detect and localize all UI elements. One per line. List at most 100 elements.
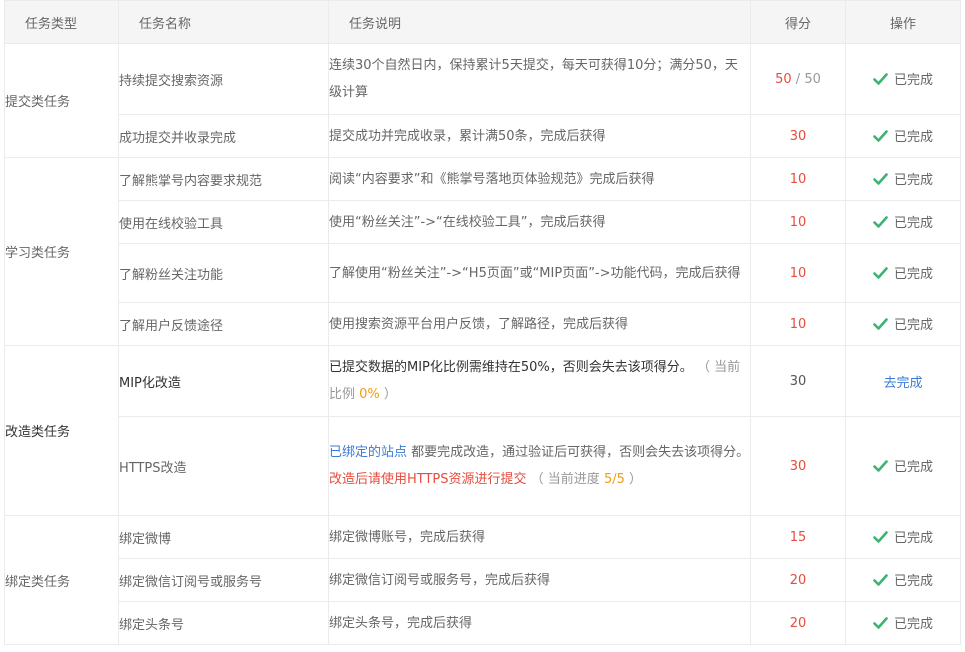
task-name: 成功提交并收录完成 [118,114,329,158]
task-score: 30 [750,416,846,516]
task-op: 已完成 [845,302,961,346]
go-complete-link[interactable]: 去完成 [883,376,922,391]
task-op: 已完成 [845,200,961,244]
task-op: 已完成 [845,515,961,559]
task-name: 了解熊掌号内容要求规范 [118,157,329,201]
task-name: 了解粉丝关注功能 [118,243,329,303]
check-icon [873,215,888,228]
task-op: 已完成 [845,243,961,303]
check-icon [873,573,888,586]
table-row: 绑定类任务 绑定微博 绑定微博账号，完成后获得 15 已完成 [4,515,961,645]
task-score: 50 / 50 [750,43,846,115]
task-score: 30 [750,345,846,417]
table-row: 改造类任务 MIP化改造 已提交数据的MIP化比例需维持在50%，否则会失去该项… [4,345,961,516]
desc-paren-open: （ 当前进度 [530,472,600,487]
check-icon [873,616,888,629]
done-label: 已完成 [893,318,933,334]
header-op: 操作 [845,0,961,44]
check-icon [873,129,888,142]
done-label: 已完成 [893,73,933,89]
done-status: 已完成 [873,527,933,546]
task-type-cell: 提交类任务 [4,43,119,158]
done-status: 已完成 [873,314,933,333]
done-status: 已完成 [873,570,933,589]
task-table: 任务类型 任务名称 任务说明 得分 操作 提交类任务 持续提交搜索资源 连续30… [4,0,961,645]
done-label: 已完成 [893,130,933,146]
task-desc: 绑定微信订阅号或服务号，完成后获得 [328,558,751,602]
task-desc: 已提交数据的MIP化比例需维持在50%，否则会失去该项得分。 （ 当前比例 0%… [328,345,751,417]
table-row: 了解用户反馈途径 使用搜索资源平台用户反馈，了解路径，完成后获得 10 已完成 [5,302,961,346]
task-type-cell: 学习类任务 [4,157,119,346]
task-score: 20 [750,601,846,645]
task-desc: 提交成功并完成收录，累计满50条，完成后获得 [328,114,751,158]
task-score: 20 [750,558,846,602]
task-desc: 使用“粉丝关注”->“在线校验工具”，完成后获得 [328,200,751,244]
task-score: 30 [750,114,846,158]
task-desc: 已绑定的站点 都要完成改造，通过验证后可获得，否则会失去该项得分。 改造后请使用… [328,416,751,516]
done-label: 已完成 [893,216,933,232]
task-op: 去完成 [845,345,961,417]
table-row: 成功提交并收录完成 提交成功并完成收录，累计满50条，完成后获得 30 已完成 [5,114,961,158]
task-type-cell: 改造类任务 [4,345,119,516]
header-score: 得分 [750,0,846,44]
table-row: 提交类任务 持续提交搜索资源 连续30个自然日内，保持累计5天提交，每天可获得1… [4,43,961,158]
table-row: HTTPS改造 已绑定的站点 都要完成改造，通过验证后可获得，否则会失去该项得分… [5,416,961,516]
mip-ratio-value: 0% [359,387,380,402]
task-op: 已完成 [845,157,961,201]
check-icon [873,266,888,279]
table-header-row: 任务类型 任务名称 任务说明 得分 操作 [4,0,961,44]
done-label: 已完成 [893,574,933,590]
task-desc: 连续30个自然日内，保持累计5天提交，每天可获得10分；满分50，天级计算 [328,43,751,115]
task-desc: 绑定头条号，完成后获得 [328,601,751,645]
task-score: 10 [750,157,846,201]
task-score: 10 [750,243,846,303]
done-status: 已完成 [873,69,933,88]
https-warning-text: 改造后请使用HTTPS资源进行提交 [329,472,527,487]
done-label: 已完成 [893,173,933,189]
done-label: 已完成 [893,617,933,633]
task-name: MIP化改造 [118,345,329,417]
task-op: 已完成 [845,43,961,115]
done-status: 已完成 [873,212,933,231]
task-desc: 了解使用“粉丝关注”->“H5页面”或“MIP页面”->功能代码，完成后获得 [328,243,751,303]
task-type-cell: 绑定类任务 [4,515,119,645]
task-name: 持续提交搜索资源 [118,43,329,115]
task-desc: 使用搜索资源平台用户反馈，了解路径，完成后获得 [328,302,751,346]
task-score: 10 [750,302,846,346]
table-row: 绑定头条号 绑定头条号，完成后获得 20 已完成 [5,601,961,645]
desc-paren-close: ） [383,387,397,402]
check-icon [873,72,888,85]
task-name: 使用在线校验工具 [118,200,329,244]
bound-sites-link[interactable]: 已绑定的站点 [329,445,407,460]
desc-paren-close: ） [629,472,643,487]
task-name: 绑定头条号 [118,601,329,645]
task-table-container: 任务类型 任务名称 任务说明 得分 操作 提交类任务 持续提交搜索资源 连续30… [4,0,961,645]
done-status: 已完成 [873,126,933,145]
table-row: 学习类任务 了解熊掌号内容要求规范 阅读“内容要求”和《熊掌号落地页体验规范》完… [4,157,961,346]
table-row: 了解粉丝关注功能 了解使用“粉丝关注”->“H5页面”或“MIP页面”->功能代… [5,243,961,303]
task-desc: 绑定微博账号，完成后获得 [328,515,751,559]
done-label: 已完成 [893,531,933,547]
done-status: 已完成 [873,263,933,282]
done-status: 已完成 [873,169,933,188]
score-value: 50 [775,71,792,87]
done-label: 已完成 [893,267,933,283]
task-score: 10 [750,200,846,244]
table-row: 绑定微信订阅号或服务号 绑定微信订阅号或服务号，完成后获得 20 已完成 [5,558,961,602]
header-name: 任务名称 [118,0,329,44]
score-separator: / [795,71,801,87]
done-status: 已完成 [873,456,933,475]
task-desc: 阅读“内容要求”和《熊掌号落地页体验规范》完成后获得 [328,157,751,201]
desc-text: 已提交数据的MIP化比例需维持在50%，否则会失去该项得分。 [329,360,693,375]
header-desc: 任务说明 [328,0,751,44]
check-icon [873,459,888,472]
task-name: 绑定微博 [118,515,329,559]
https-progress-value: 5/5 [603,472,625,487]
task-op: 已完成 [845,601,961,645]
header-type: 任务类型 [4,0,119,44]
check-icon [873,317,888,330]
task-op: 已完成 [845,114,961,158]
task-name: 绑定微信订阅号或服务号 [118,558,329,602]
desc-text: 都要完成改造，通过验证后可获得，否则会失去该项得分。 [411,445,750,460]
task-name: HTTPS改造 [118,416,329,516]
